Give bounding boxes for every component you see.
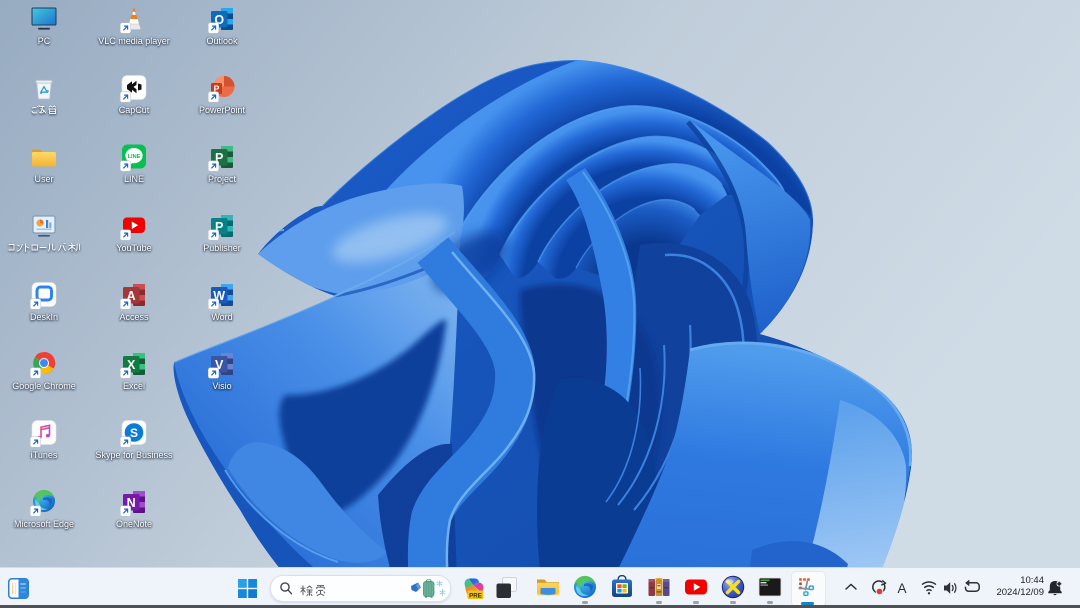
svg-text:A: A (898, 581, 907, 596)
svg-text:PRE: PRE (469, 592, 482, 599)
svg-text:LINE: LINE (128, 154, 141, 160)
svg-text:S: S (130, 426, 138, 440)
